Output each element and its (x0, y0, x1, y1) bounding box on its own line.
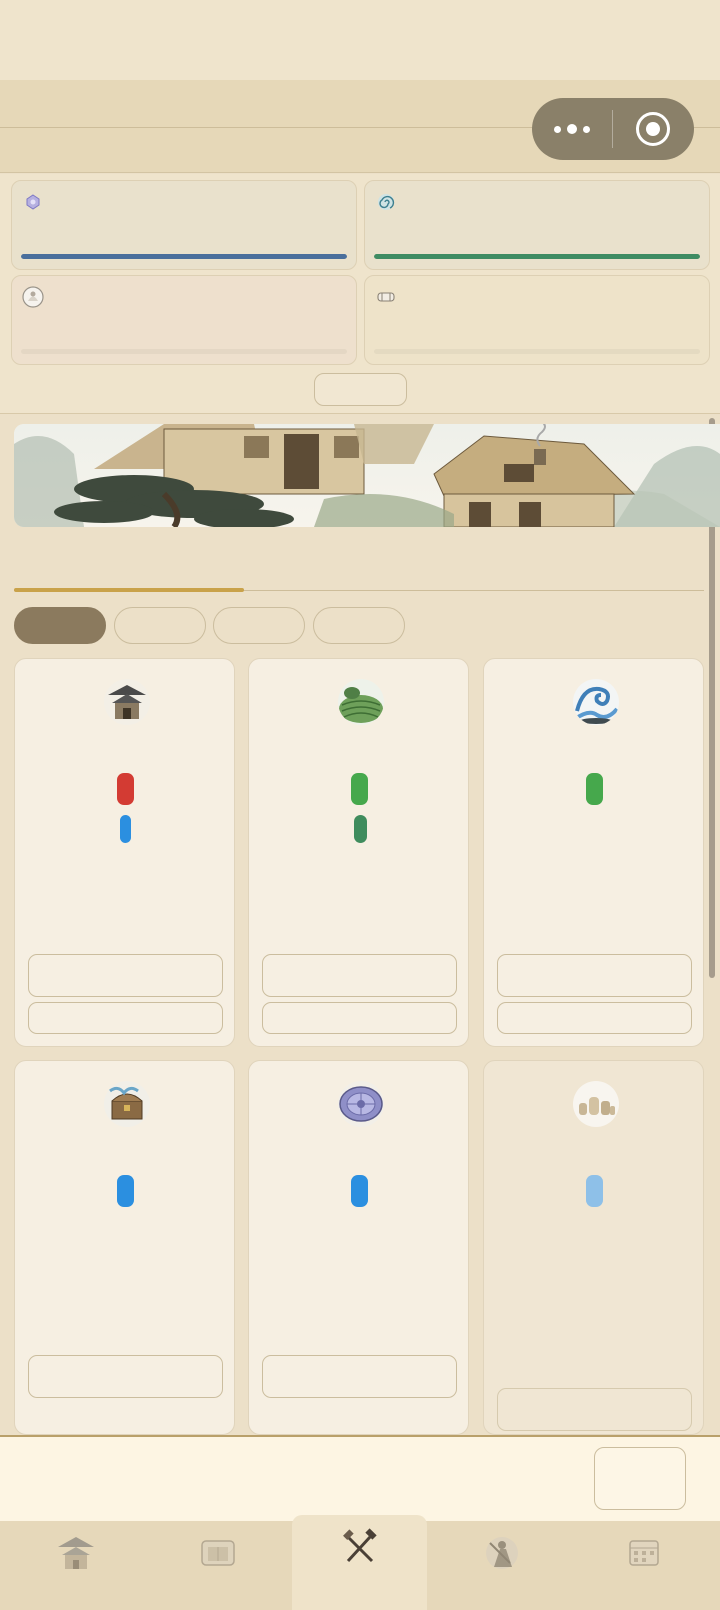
bottom-action-button[interactable] (594, 1447, 686, 1510)
stat-card-scroll-portrait[interactable] (11, 275, 357, 365)
card-primary-button[interactable] (28, 954, 223, 997)
card-secondary-button[interactable] (497, 1002, 692, 1034)
pavilion-icon (104, 679, 150, 725)
card-primary-button[interactable] (497, 1388, 692, 1431)
card-primary-button[interactable] (28, 1355, 223, 1398)
tab-bar (0, 1515, 720, 1610)
wave-icon (573, 679, 619, 725)
status-pill (117, 1175, 134, 1207)
status-pill (586, 1175, 603, 1207)
terraced-field-icon (338, 679, 384, 725)
calendar-scroll-icon (629, 1540, 659, 1566)
tab-warrior[interactable] (430, 1521, 574, 1610)
tab-palace[interactable] (4, 1521, 148, 1610)
status-pill (354, 815, 367, 843)
mini-program-capsule (532, 98, 694, 160)
card-secondary-button[interactable] (262, 1002, 457, 1034)
status-pill (586, 773, 603, 805)
expand-stats-button[interactable] (314, 373, 407, 406)
section-progress (14, 588, 244, 592)
building-card-pottery-jars[interactable] (483, 1060, 704, 1435)
status-bar (0, 0, 720, 80)
status-pill (120, 815, 131, 843)
warrior-icon (486, 1537, 518, 1569)
card-primary-button[interactable] (497, 954, 692, 997)
scroll-portrait-icon (22, 286, 44, 308)
compass-disc-icon (338, 1081, 384, 1127)
stat-card-crystal[interactable] (11, 180, 357, 270)
status-pill (351, 1175, 368, 1207)
stat-card-silk-roll[interactable] (364, 275, 710, 365)
building-card-wave[interactable] (483, 658, 704, 1047)
stat-progress-track (21, 254, 347, 259)
more-dots-icon[interactable] (532, 98, 612, 160)
treasure-chest-icon (104, 1081, 150, 1127)
building-card-terraced-field[interactable] (248, 658, 469, 1047)
scroll-gate-icon (201, 1540, 235, 1566)
tab-tools[interactable] (292, 1515, 427, 1610)
building-card-pavilion[interactable] (14, 658, 235, 1047)
stat-card-swirl[interactable] (364, 180, 710, 270)
filter-tab-1[interactable] (14, 607, 106, 644)
silk-roll-icon (375, 286, 397, 308)
palace-icon (58, 1537, 94, 1569)
pottery-jars-icon (573, 1081, 619, 1127)
filter-tab-3[interactable] (213, 607, 305, 644)
card-primary-button[interactable] (262, 954, 457, 997)
stat-progress-fill (21, 254, 347, 259)
swirl-icon (375, 191, 397, 213)
status-pill (351, 773, 368, 805)
building-card-compass-disc[interactable] (248, 1060, 469, 1435)
stat-progress-track (374, 254, 700, 259)
card-secondary-button[interactable] (28, 1002, 223, 1034)
stat-progress-track (374, 349, 700, 354)
village-banner-image (14, 424, 720, 527)
filter-tab-4[interactable] (313, 607, 405, 644)
stat-progress-track (21, 349, 347, 354)
card-primary-button[interactable] (262, 1355, 457, 1398)
status-pill (117, 773, 134, 805)
stat-progress-fill (374, 254, 700, 259)
tools-icon (342, 1528, 377, 1563)
tab-scroll-gate[interactable] (146, 1521, 290, 1610)
target-circle-icon[interactable] (613, 98, 693, 160)
crystal-icon (22, 191, 44, 213)
filter-tab-2[interactable] (114, 607, 206, 644)
building-card-treasure-chest[interactable] (14, 1060, 235, 1435)
tab-calendar-scroll[interactable] (572, 1521, 716, 1610)
